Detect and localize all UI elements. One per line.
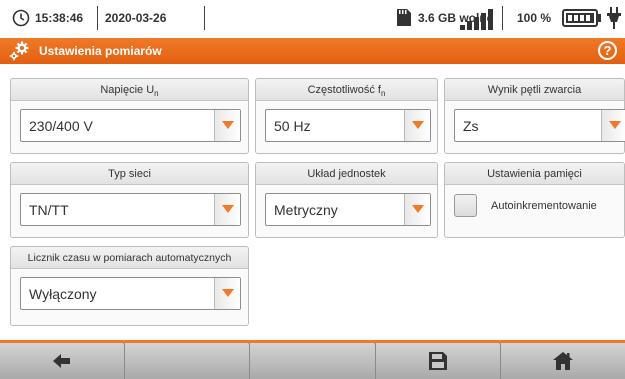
frequency-label-subscript: n (380, 89, 386, 99)
page-title: Ustawienia pomiarów (39, 44, 162, 58)
chevron-down-icon (412, 121, 424, 129)
panel-frequency: Częstotliwość fn 50 Hz (255, 78, 438, 154)
panel-network-type: Typ sieci TN/TT (10, 162, 249, 238)
title-bar: Ustawienia pomiarów ? (0, 38, 625, 64)
signal-icon (460, 9, 493, 30)
status-date: 2020-03-26 (105, 11, 167, 25)
battery-icon (562, 9, 601, 27)
voltage-label: Napięcie U (100, 84, 155, 96)
voltage-value: 230/400 V (29, 118, 93, 134)
panel-header: Częstotliwość fn (256, 79, 437, 101)
panel-auto-timer: Licznik czasu w pomiarach automatycznych… (10, 246, 249, 326)
panel-header: Typ sieci (11, 163, 248, 185)
status-divider (97, 6, 98, 30)
panel-header: Ustawienia pamięci (445, 163, 624, 185)
home-icon (552, 352, 573, 370)
panel-header: Układ jednostek (256, 163, 437, 185)
chevron-down-icon (222, 289, 234, 297)
panel-unit-system: Układ jednostek Metryczny (255, 162, 438, 238)
settings-gears-icon (9, 41, 29, 61)
unit-system-dropdown-button[interactable] (404, 194, 430, 225)
panel-header: Licznik czasu w pomiarach automatycznych (11, 247, 248, 269)
loop-result-value: Zs (463, 118, 479, 134)
loop-result-dropdown-button[interactable] (601, 110, 625, 141)
toolbar-button-empty-1[interactable] (125, 340, 254, 379)
unit-system-select[interactable]: Metryczny (265, 193, 431, 226)
save-icon (428, 352, 447, 370)
status-time: 15:38:46 (35, 11, 84, 25)
auto-timer-dropdown-button[interactable] (214, 278, 240, 309)
chevron-down-icon (609, 121, 621, 129)
panel-header: Napięcie Un (11, 79, 248, 101)
battery-percent: 100 % (517, 11, 552, 25)
panel-voltage: Napięcie Un 230/400 V (10, 78, 249, 154)
frequency-value: 50 Hz (274, 118, 311, 134)
save-button[interactable] (375, 340, 504, 379)
auto-timer-select[interactable]: Wyłączony (20, 277, 241, 310)
loop-result-select[interactable]: Zs (454, 109, 625, 142)
voltage-dropdown-button[interactable] (214, 110, 240, 141)
panel-loop-result: Wynik pętli zwarcia Zs (444, 78, 625, 154)
status-divider (204, 6, 205, 30)
panel-memory-settings: Ustawienia pamięci Autoinkrementowanie (444, 162, 625, 238)
help-button[interactable]: ? (598, 41, 617, 60)
frequency-label: Częstotliwość f (307, 84, 381, 96)
chevron-down-icon (222, 121, 234, 129)
autoincrement-label: Autoinkrementowanie (491, 200, 597, 212)
back-arrow-icon (53, 354, 71, 368)
status-divider (502, 6, 503, 30)
back-button[interactable] (0, 340, 129, 379)
clock-icon (12, 9, 30, 27)
bottom-toolbar (0, 340, 625, 379)
status-bar: 15:38:46 2020-03-26 3.6 GB wolne 100 % (0, 0, 625, 36)
frequency-select[interactable]: 50 Hz (265, 109, 431, 142)
frequency-dropdown-button[interactable] (404, 110, 430, 141)
chevron-down-icon (412, 205, 424, 213)
chevron-down-icon (222, 205, 234, 213)
voltage-select[interactable]: 230/400 V (20, 109, 241, 142)
panel-header: Wynik pętli zwarcia (445, 79, 624, 101)
network-type-value: TN/TT (29, 202, 69, 218)
auto-timer-value: Wyłączony (29, 286, 97, 302)
autoincrement-checkbox[interactable] (454, 194, 477, 217)
home-button[interactable] (500, 340, 625, 379)
network-type-select[interactable]: TN/TT (20, 193, 241, 226)
voltage-label-subscript: n (154, 89, 159, 99)
network-type-dropdown-button[interactable] (214, 194, 240, 225)
sd-card-icon (397, 9, 411, 26)
toolbar-button-empty-2[interactable] (250, 340, 379, 379)
plug-icon (607, 7, 621, 29)
unit-system-value: Metryczny (274, 202, 338, 218)
